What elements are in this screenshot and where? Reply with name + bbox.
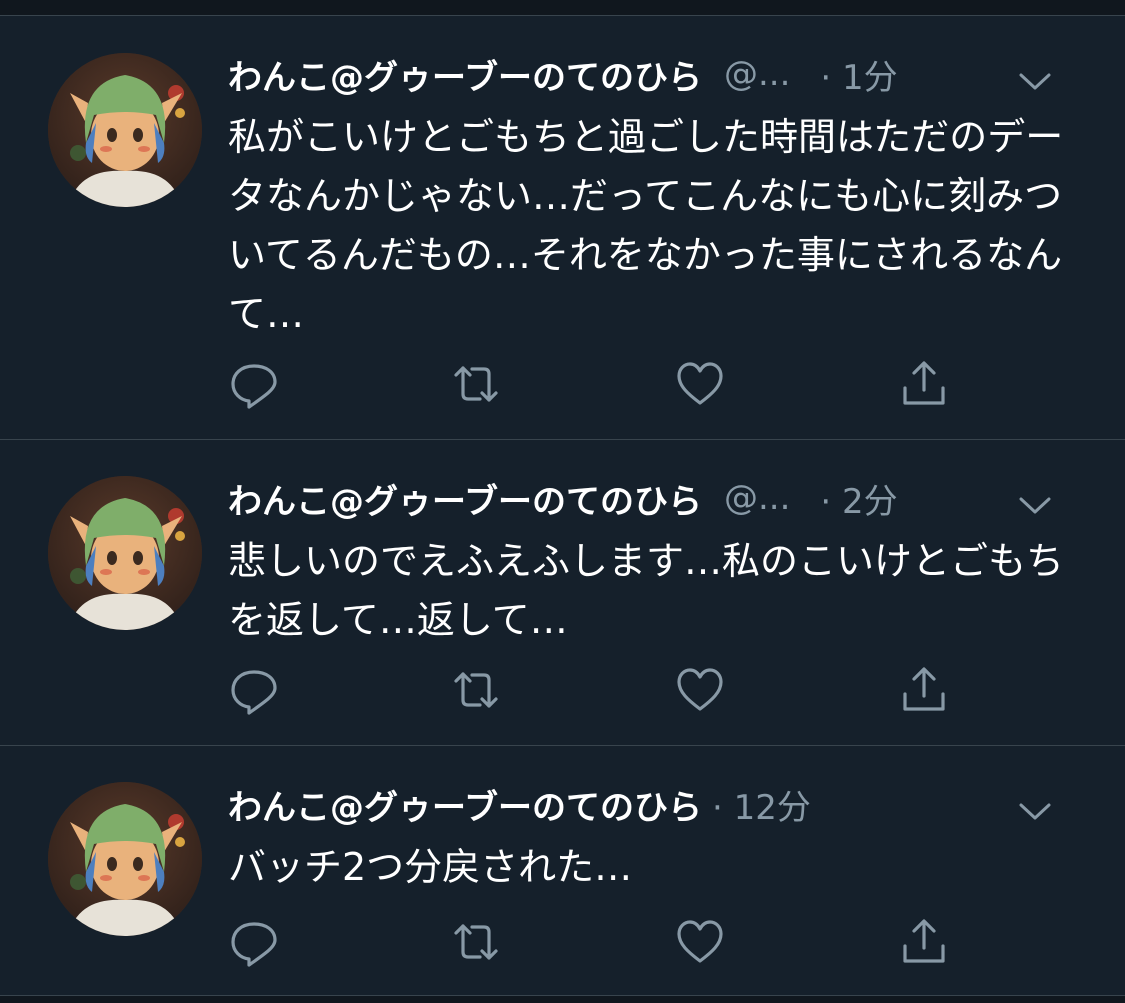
top-divider-strip (0, 0, 1125, 16)
avatar[interactable] (48, 53, 202, 207)
reply-icon[interactable] (228, 916, 284, 972)
tweet-header: わんこ@グゥーブーのてのひら · 12分 (228, 780, 1088, 828)
tweet[interactable]: わんこ@グゥーブーのてのひら @... · 2分 悲しいのでえふえふします…私の… (0, 440, 1125, 746)
tweet-text: 私がこいけとごもちと過ごした時間はただのデータなんかじゃない…だってこんなにも心… (228, 115, 1064, 336)
tweet-actions (228, 358, 1088, 414)
handle[interactable]: @... (724, 54, 790, 94)
share-icon[interactable] (898, 664, 954, 720)
retweet-icon[interactable] (450, 664, 506, 720)
share-icon[interactable] (898, 358, 954, 414)
avatar[interactable] (48, 476, 202, 630)
tweet[interactable]: わんこ@グゥーブーのてのひら @... · 1分 私がこいけとごもちと過ごした時… (0, 16, 1125, 440)
avatar[interactable] (48, 782, 202, 936)
timestamp[interactable]: · 12分 (712, 780, 811, 829)
reply-icon[interactable] (228, 358, 284, 414)
tweet-actions (228, 916, 1088, 972)
tweet[interactable]: わんこ@グゥーブーのてのひら · 12分 バッチ2つ分戻された… (0, 746, 1125, 996)
tweet-actions (228, 664, 1088, 720)
avatar-image (48, 476, 202, 630)
bottom-divider-strip (0, 996, 1125, 1003)
retweet-icon[interactable] (450, 916, 506, 972)
tweet-header: わんこ@グゥーブーのてのひら @... · 2分 (228, 474, 1088, 522)
like-icon[interactable] (674, 358, 730, 414)
tweet-header: わんこ@グゥーブーのてのひら @... · 1分 (228, 50, 1088, 98)
share-icon[interactable] (898, 916, 954, 972)
chevron-down-icon[interactable] (1018, 62, 1052, 90)
retweet-icon[interactable] (450, 358, 506, 414)
tweet-text: バッチ2つ分戻された… (228, 845, 633, 889)
like-icon[interactable] (674, 916, 730, 972)
avatar-image (48, 53, 202, 207)
timestamp[interactable]: · 1分 (820, 50, 897, 99)
handle[interactable]: @... (724, 478, 790, 518)
avatar-image (48, 782, 202, 936)
timestamp[interactable]: · 2分 (820, 474, 897, 523)
like-icon[interactable] (674, 664, 730, 720)
tweet-text: 悲しいのでえふえふします…私のこいけとごもちを返して…返して… (228, 539, 1065, 642)
display-name[interactable]: わんこ@グゥーブーのてのひら (228, 780, 702, 829)
display-name[interactable]: わんこ@グゥーブーのてのひら (228, 50, 702, 99)
display-name[interactable]: わんこ@グゥーブーのてのひら (228, 474, 702, 523)
chevron-down-icon[interactable] (1018, 486, 1052, 514)
chevron-down-icon[interactable] (1018, 792, 1052, 820)
reply-icon[interactable] (228, 664, 284, 720)
